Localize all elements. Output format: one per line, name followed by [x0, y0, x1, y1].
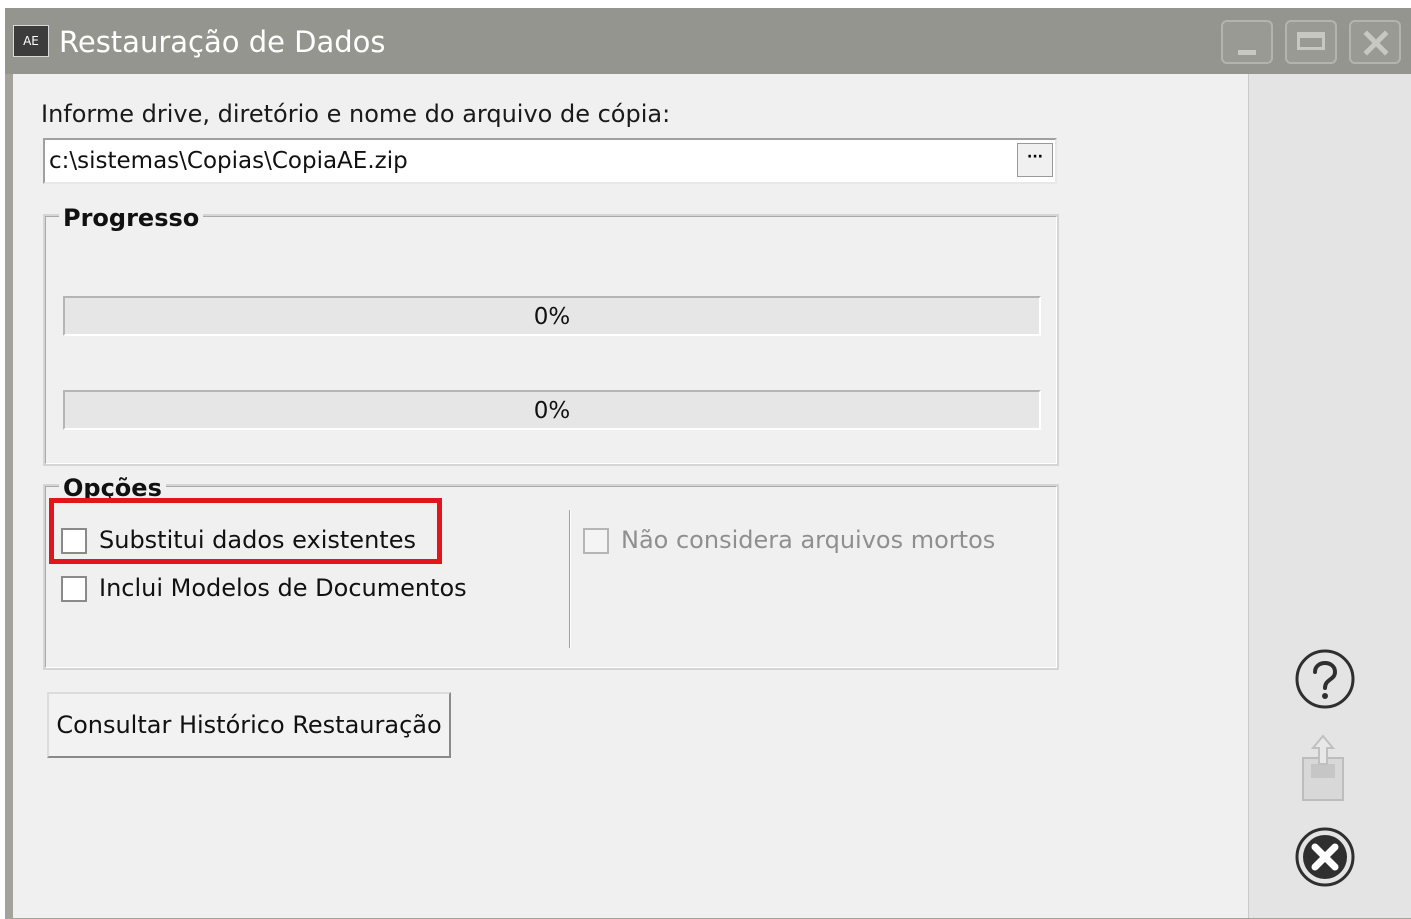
maximize-button[interactable]	[1285, 20, 1337, 64]
inclui-modelos-checkbox[interactable]	[61, 576, 87, 602]
file-path-label: Informe drive, diretório e nome do arqui…	[41, 100, 671, 128]
options-divider	[569, 510, 571, 648]
help-icon[interactable]	[1294, 648, 1356, 710]
progress-bar: 0%	[63, 390, 1041, 430]
arquivos-mortos-checkbox	[583, 528, 609, 554]
title-bar[interactable]: AE Restauração de Dados	[5, 8, 1411, 74]
inclui-modelos-label[interactable]: Inclui Modelos de Documentos	[99, 572, 467, 604]
history-button[interactable]: Consultar Histórico Restauração	[47, 692, 451, 758]
close-circle-icon[interactable]	[1294, 826, 1356, 888]
arquivos-mortos-label: Não considera arquivos mortos	[621, 526, 996, 554]
close-icon	[1363, 30, 1389, 56]
window-title: Restauração de Dados	[59, 25, 386, 59]
browse-button[interactable]: ···	[1017, 143, 1053, 177]
window-close-button[interactable]	[1349, 20, 1401, 64]
minimize-button[interactable]	[1221, 20, 1273, 64]
file-path-field: ···	[43, 138, 1057, 184]
dialog-body: Informe drive, diretório e nome do arqui…	[13, 74, 1248, 918]
progress-percent: 0%	[533, 304, 571, 330]
progress-percent: 0%	[533, 398, 571, 424]
progress-group: Progresso 0% 0%	[43, 204, 1059, 466]
side-panel	[1248, 74, 1411, 918]
app-icon: AE	[13, 25, 49, 57]
progress-group-title: Progresso	[59, 204, 204, 232]
restore-window: AE Restauração de Dados Informe drive, d…	[5, 8, 1411, 919]
highlight-annotation	[49, 498, 442, 564]
export-icon	[1302, 734, 1344, 801]
progress-bar: 0%	[63, 296, 1041, 336]
file-path-input[interactable]	[49, 145, 1009, 177]
